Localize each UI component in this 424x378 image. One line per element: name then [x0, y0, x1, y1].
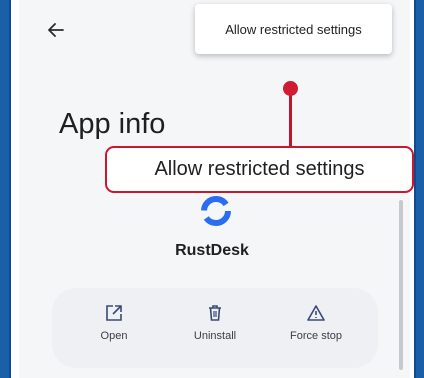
back-button[interactable] — [40, 14, 72, 46]
back-arrow-icon — [48, 23, 64, 37]
open-external-icon — [106, 305, 122, 321]
uninstall-button[interactable]: Uninstall — [165, 304, 265, 342]
app-name: RustDesk — [175, 242, 249, 259]
callout-connector — [289, 88, 292, 146]
action-bar: Open Uninstall Force stop — [52, 288, 378, 368]
callout-pointer-dot — [283, 81, 298, 96]
force-stop-label: Force stop — [290, 330, 342, 342]
menu-item-allow-restricted-settings[interactable]: Allow restricted settings — [225, 22, 362, 37]
scrollbar[interactable] — [399, 200, 403, 370]
force-stop-button[interactable]: Force stop — [266, 304, 366, 342]
app-icon[interactable] — [197, 192, 235, 230]
overflow-menu: Allow restricted settings — [195, 4, 392, 54]
uninstall-label: Uninstall — [193, 330, 237, 342]
open-button[interactable]: Open — [64, 304, 164, 342]
open-label: Open — [100, 330, 128, 342]
page-title: App info — [59, 108, 166, 140]
warning-icon — [307, 305, 325, 321]
callout-label: Allow restricted settings — [154, 158, 365, 180]
callout-label-box: Allow restricted settings — [105, 146, 414, 193]
trash-icon — [209, 305, 221, 321]
